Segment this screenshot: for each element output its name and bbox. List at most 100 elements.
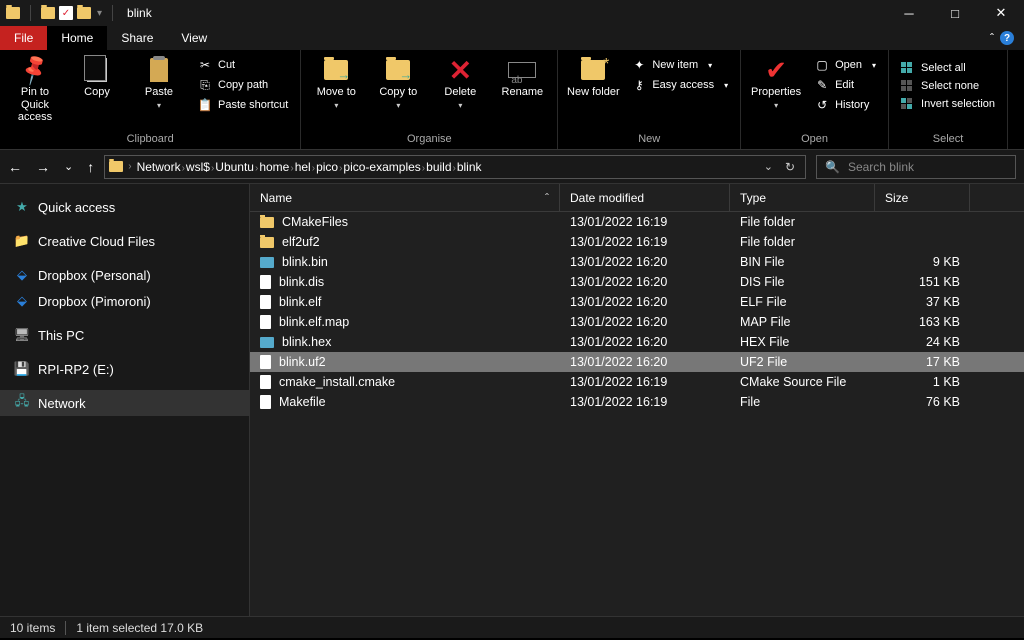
rename-icon [508, 62, 536, 78]
copy-path-icon: ⎘ [198, 78, 212, 92]
breadcrumb-segment[interactable]: hel [295, 160, 311, 174]
address-folder-icon [109, 161, 123, 172]
file-icon [260, 375, 271, 389]
sidebar-item-label: Network [38, 396, 86, 411]
breadcrumb-segment[interactable]: blink [457, 160, 482, 174]
file-list[interactable]: CMakeFiles13/01/2022 16:19File folderelf… [250, 212, 1024, 616]
scissors-icon: ✂ [198, 58, 212, 72]
file-row[interactable]: blink.bin13/01/2022 16:20BIN File9 KB [250, 252, 1024, 272]
tab-view[interactable]: View [167, 26, 221, 50]
easy-access-button[interactable]: ⚷Easy access ▾ [626, 76, 734, 94]
help-icon[interactable]: ? [1000, 31, 1014, 45]
paste-button[interactable]: Paste ▾ [130, 52, 188, 110]
breadcrumb-segment[interactable]: pico-examples [343, 160, 420, 174]
file-date: 13/01/2022 16:20 [560, 315, 730, 329]
bin-icon [260, 337, 274, 348]
cut-button[interactable]: ✂Cut [192, 56, 294, 74]
new-folder-button[interactable]: New folder [564, 52, 622, 99]
file-date: 13/01/2022 16:20 [560, 335, 730, 349]
qat-properties-icon[interactable]: ✓ [59, 6, 73, 20]
file-row[interactable]: blink.elf13/01/2022 16:20ELF File37 KB [250, 292, 1024, 312]
sidebar-item[interactable]: ★ Quick access [0, 194, 249, 220]
qat-folder2-icon[interactable] [77, 7, 91, 19]
tab-share[interactable]: Share [107, 26, 167, 50]
nav-recent-dropdown[interactable]: ⌄ [64, 160, 73, 173]
group-label-new: New [564, 131, 734, 149]
dbx-icon: ⬙ [14, 267, 30, 283]
file-row[interactable]: elf2uf213/01/2022 16:19File folder [250, 232, 1024, 252]
column-date[interactable]: Date modified [560, 184, 730, 211]
refresh-button[interactable]: ↻ [785, 160, 795, 174]
column-type[interactable]: Type [730, 184, 875, 211]
file-type: HEX File [730, 335, 875, 349]
rename-button[interactable]: Rename [493, 52, 551, 99]
breadcrumb-segment[interactable]: Network [137, 160, 181, 174]
file-name: Makefile [279, 395, 326, 409]
breadcrumb-segment[interactable]: pico [316, 160, 338, 174]
tab-file[interactable]: File [0, 26, 47, 50]
file-type: BIN File [730, 255, 875, 269]
open-button[interactable]: ▢Open ▾ [809, 56, 882, 74]
file-row[interactable]: Makefile13/01/2022 16:19File76 KB [250, 392, 1024, 412]
paste-shortcut-button[interactable]: 📋Paste shortcut [192, 96, 294, 114]
file-icon [260, 295, 271, 309]
breadcrumb-segment[interactable]: build [426, 160, 451, 174]
sidebar-item[interactable]: 🖥This PC [0, 322, 249, 348]
file-row[interactable]: blink.uf213/01/2022 16:20UF2 File17 KB [250, 352, 1024, 372]
dbx-icon: ⬙ [14, 293, 30, 309]
sidebar-item[interactable]: ⬙Dropbox (Pimoroni) [0, 288, 249, 314]
file-row[interactable]: blink.hex13/01/2022 16:20HEX File24 KB [250, 332, 1024, 352]
column-size[interactable]: Size [875, 184, 970, 211]
sidebar-item[interactable]: 🖧Network [0, 390, 249, 416]
address-bar[interactable]: › Network›wsl$›Ubuntu›home›hel›pico›pico… [104, 155, 806, 179]
sidebar-item-label: Quick access [38, 200, 115, 215]
paste-shortcut-icon: 📋 [198, 98, 212, 112]
file-row[interactable]: cmake_install.cmake13/01/2022 16:19CMake… [250, 372, 1024, 392]
copy-path-button[interactable]: ⎘Copy path [192, 76, 294, 94]
new-item-button[interactable]: ✦New item ▾ [626, 56, 734, 74]
sidebar-item[interactable]: 💾RPI-RP2 (E:) [0, 356, 249, 382]
pin-to-quick-access-button[interactable]: 📌 Pin to Quick access [6, 52, 64, 124]
file-row[interactable]: blink.elf.map13/01/2022 16:20MAP File163… [250, 312, 1024, 332]
column-name[interactable]: Name [250, 184, 560, 211]
copy-button[interactable]: Copy [68, 52, 126, 99]
new-folder-icon [581, 60, 605, 80]
breadcrumb-segment[interactable]: Ubuntu [215, 160, 254, 174]
qat-dropdown-icon[interactable]: ▾ [95, 8, 102, 19]
move-to-button[interactable]: Move to▾ [307, 52, 365, 110]
history-button[interactable]: ↺History [809, 96, 882, 114]
chevron-right-icon[interactable]: › [127, 161, 132, 172]
tab-home[interactable]: Home [47, 26, 107, 50]
sidebar-item-label: RPI-RP2 (E:) [38, 362, 114, 377]
new-item-icon: ✦ [632, 58, 646, 72]
maximize-button[interactable]: □ [932, 0, 978, 26]
select-all-button[interactable]: Select all [895, 60, 1001, 76]
sidebar-item[interactable]: 📁Creative Cloud Files [0, 228, 249, 254]
breadcrumb-segment[interactable]: wsl$ [186, 160, 210, 174]
select-none-icon [901, 80, 915, 92]
qat-folder-icon[interactable] [41, 7, 55, 19]
file-name: blink.elf [279, 295, 321, 309]
file-row[interactable]: blink.dis13/01/2022 16:20DIS File151 KB [250, 272, 1024, 292]
delete-button[interactable]: ✕ Delete▾ [431, 52, 489, 110]
breadcrumb-segment[interactable]: home [259, 160, 289, 174]
search-placeholder: Search blink [848, 160, 914, 174]
file-date: 13/01/2022 16:19 [560, 235, 730, 249]
file-row[interactable]: CMakeFiles13/01/2022 16:19File folder [250, 212, 1024, 232]
minimize-button[interactable]: ─ [886, 0, 932, 26]
properties-button[interactable]: ✔ Properties▾ [747, 52, 805, 110]
address-dropdown-icon[interactable]: ⌄ [764, 160, 773, 173]
move-to-icon [324, 60, 348, 80]
ribbon-collapse-icon[interactable]: ˆ [990, 31, 994, 45]
select-none-button[interactable]: Select none [895, 78, 1001, 94]
copy-to-button[interactable]: Copy to▾ [369, 52, 427, 110]
nav-forward-button[interactable]: → [36, 159, 50, 175]
nav-up-button[interactable]: ↑ [87, 159, 94, 175]
star-icon: ★ [14, 199, 30, 215]
search-box[interactable]: 🔍 Search blink [816, 155, 1016, 179]
invert-selection-button[interactable]: Invert selection [895, 96, 1001, 112]
edit-button[interactable]: ✎Edit [809, 76, 882, 94]
sidebar-item[interactable]: ⬙Dropbox (Personal) [0, 262, 249, 288]
nav-back-button[interactable]: ← [8, 159, 22, 175]
close-button[interactable]: ✕ [978, 0, 1024, 26]
